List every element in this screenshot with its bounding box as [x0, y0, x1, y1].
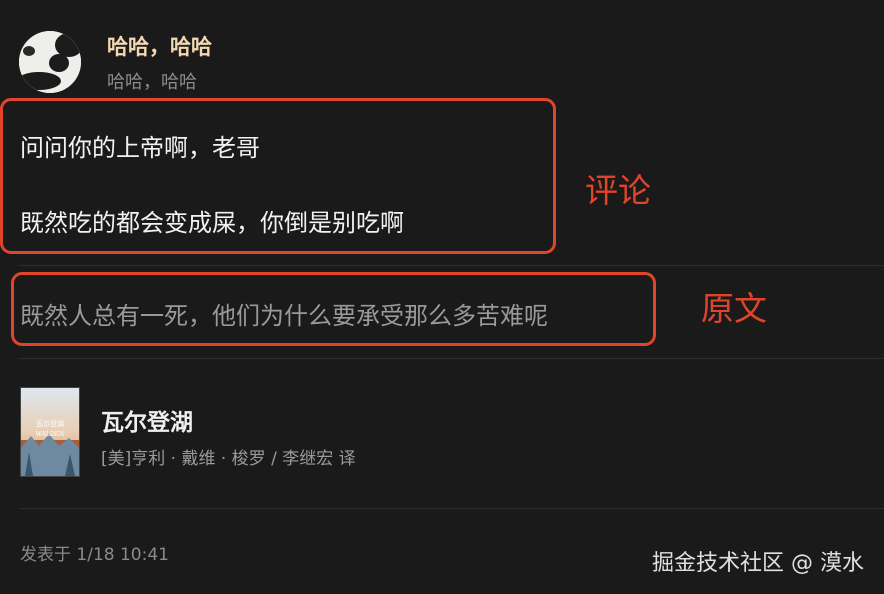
- original-annotation-label: 原文: [701, 289, 767, 328]
- book-title[interactable]: 瓦尔登湖: [101, 403, 193, 437]
- book-cover-image[interactable]: 瓦尔登湖 WALDEN: [20, 387, 80, 477]
- watermark: 掘金技术社区 @ 漠水: [652, 551, 864, 576]
- post-timestamp: 发表于 1/18 10:41: [20, 545, 169, 565]
- cover-latin-text: WALDEN: [36, 431, 65, 438]
- avatar[interactable]: [19, 31, 81, 93]
- divider: [19, 358, 884, 359]
- comment-text-line: 问问你的上帝啊，老哥: [20, 134, 260, 162]
- user-subtitle: 哈哈，哈哈: [107, 72, 197, 93]
- panda-avatar-icon: [19, 31, 81, 93]
- username[interactable]: 哈哈，哈哈: [107, 31, 212, 61]
- divider: [19, 508, 884, 509]
- original-text[interactable]: 既然人总有一死，他们为什么要承受那么多苦难呢: [20, 296, 548, 331]
- comment-annotation-label: 评论: [585, 171, 651, 210]
- book-author: [美]亨利 · 戴维 · 梭罗 / 李继宏 译: [101, 449, 356, 469]
- cover-title-text: 瓦尔登湖: [36, 419, 64, 428]
- divider: [19, 265, 884, 266]
- book-cover-art: 瓦尔登湖 WALDEN: [21, 388, 79, 476]
- comment-text-line: 既然吃的都会变成屎，你倒是别吃啊: [20, 209, 404, 237]
